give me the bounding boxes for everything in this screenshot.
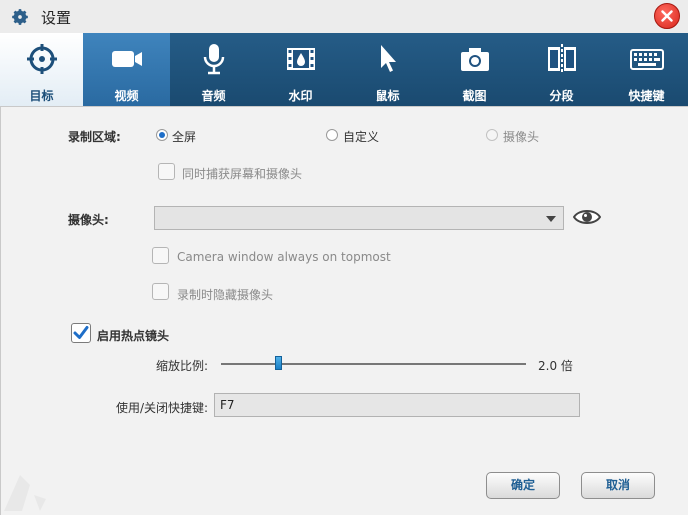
hide-camera-checkbox[interactable]: [152, 283, 169, 300]
close-icon: [661, 10, 673, 22]
video-camera-icon: [111, 51, 142, 67]
tab-target[interactable]: 目标: [0, 33, 83, 106]
tab-label: 目标: [29, 89, 54, 103]
gear-icon: [12, 9, 28, 25]
film-drop-icon: [286, 48, 315, 70]
ok-button[interactable]: 确定: [486, 472, 560, 499]
tab-segment[interactable]: 分段: [518, 33, 605, 106]
panel-border: [0, 107, 1, 515]
tab-label: 快捷键: [628, 89, 665, 103]
tab-hotkeys[interactable]: 快捷键: [605, 33, 688, 106]
tab-video[interactable]: 视频: [83, 33, 170, 106]
close-button[interactable]: [654, 3, 680, 29]
radio-camera: [486, 129, 498, 141]
tab-screenshot[interactable]: 截图: [431, 33, 518, 106]
radio-camera-label: 摄像头: [503, 130, 540, 144]
zoom-slider-thumb[interactable]: [275, 356, 282, 370]
hotspot-label: 启用热点镜头: [97, 329, 170, 343]
tab-label: 视频: [114, 89, 139, 103]
checkmark-icon: [73, 326, 89, 339]
tab-watermark[interactable]: 水印: [257, 33, 344, 106]
tab-label: 鼠标: [375, 89, 400, 103]
camera-topmost-label: Camera window always on topmost: [177, 250, 391, 264]
crosshair-icon: [26, 44, 57, 74]
hide-camera-label: 录制时隐藏摄像头: [177, 288, 274, 302]
video-settings-panel: 录制区域: 全屏 自定义 摄像头 同时捕获屏幕和摄像头 摄像头: Camera …: [0, 106, 688, 515]
capture-both-checkbox[interactable]: [158, 163, 175, 180]
microphone-icon: [203, 44, 224, 75]
hotkey-label: 使用/关闭快捷键:: [116, 401, 209, 415]
tab-audio[interactable]: 音频: [170, 33, 257, 106]
camera-topmost-checkbox[interactable]: [152, 247, 169, 264]
camera-icon: [460, 48, 489, 71]
zoom-value: 2.0 倍: [538, 359, 573, 373]
capture-both-label: 同时捕获屏幕和摄像头: [182, 167, 303, 181]
camera-label: 摄像头:: [68, 213, 109, 227]
tab-label: 截图: [462, 89, 487, 103]
tab-label: 音频: [201, 89, 226, 103]
hotspot-checkbox[interactable]: [71, 323, 91, 343]
keyboard-icon: [629, 49, 664, 70]
title-bar: 设置: [0, 0, 688, 33]
window-title: 设置: [41, 9, 72, 27]
corner-watermark-graphic: [4, 475, 46, 511]
tab-label: 水印: [288, 89, 313, 103]
hotkey-input[interactable]: F7: [214, 393, 580, 417]
eye-icon[interactable]: [573, 207, 601, 227]
cancel-button[interactable]: 取消: [581, 472, 655, 499]
camera-select[interactable]: [154, 206, 564, 230]
radio-fullscreen-label: 全屏: [172, 130, 197, 144]
zoom-label: 缩放比例:: [156, 359, 209, 373]
tab-label: 分段: [549, 89, 574, 103]
radio-custom[interactable]: [326, 129, 338, 141]
cursor-icon: [380, 45, 396, 72]
settings-window: 设置 目标 视频 音频 水印 鼠标 截图 分段 快捷键 录制区域: 全屏 自定义…: [0, 0, 688, 515]
recording-area-label: 录制区域:: [68, 130, 121, 144]
tab-mouse[interactable]: 鼠标: [344, 33, 431, 106]
radio-custom-label: 自定义: [343, 130, 380, 144]
chevron-down-icon: [546, 216, 556, 222]
radio-fullscreen[interactable]: [156, 129, 168, 141]
zoom-slider-track[interactable]: [221, 363, 526, 365]
tab-bar: 目标 视频 音频 水印 鼠标 截图 分段 快捷键: [0, 33, 688, 106]
segment-icon: [547, 44, 576, 74]
